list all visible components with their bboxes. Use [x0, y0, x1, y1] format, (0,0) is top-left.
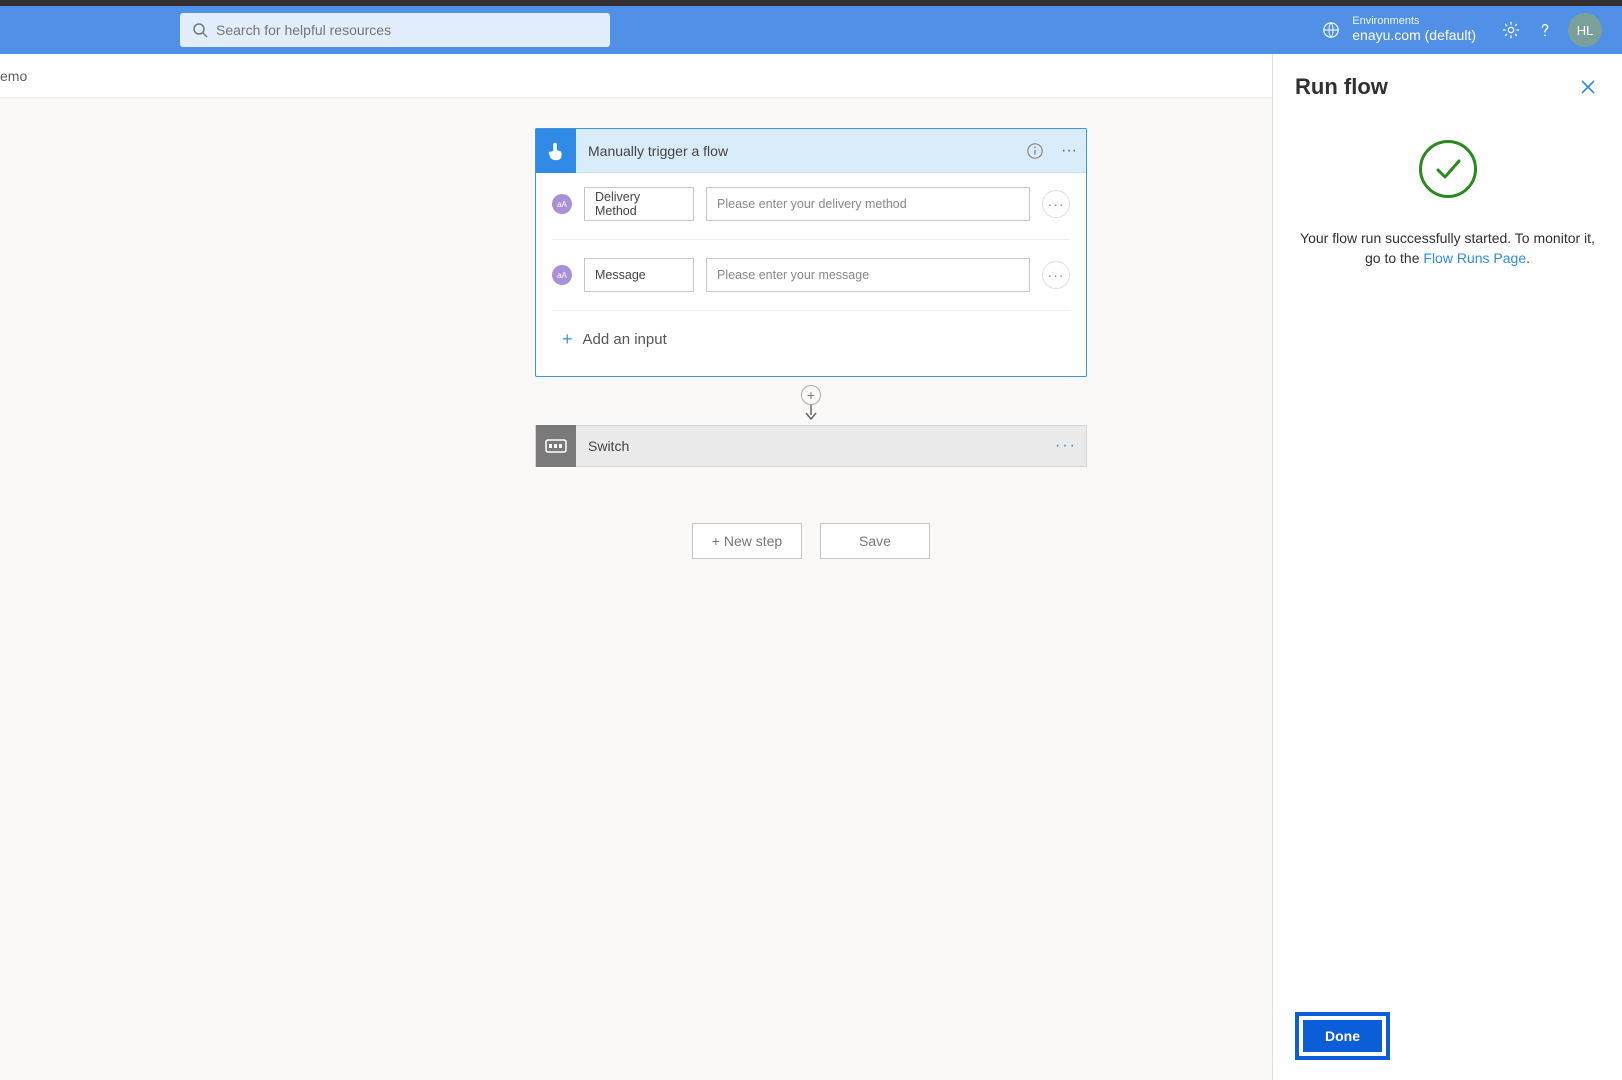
switch-card-title: Switch	[588, 438, 1046, 454]
search-input[interactable]	[216, 22, 598, 38]
app-header: Environments enayu.com (default) HL	[0, 6, 1622, 54]
input-row-delivery-method: aA Delivery Method Please enter your del…	[552, 187, 1070, 240]
input-row-menu[interactable]: ···	[1042, 261, 1070, 289]
environment-label: Environments	[1352, 16, 1476, 27]
add-step-inline-button[interactable]: +	[801, 385, 821, 405]
input-row-menu[interactable]: ···	[1042, 190, 1070, 218]
environment-icon	[1322, 21, 1340, 39]
search-icon	[192, 22, 208, 38]
panel-message: Your flow run successfully started. To m…	[1295, 228, 1600, 269]
help-button[interactable]	[1528, 21, 1562, 39]
flow-runs-link[interactable]: Flow Runs Page	[1423, 250, 1526, 266]
success-icon	[1419, 140, 1477, 198]
input-row-message: aA Message Please enter your message ···	[552, 240, 1070, 311]
user-avatar[interactable]: HL	[1568, 13, 1602, 47]
settings-button[interactable]	[1494, 21, 1528, 39]
add-input-label: Add an input	[583, 331, 667, 348]
new-step-button[interactable]: + New step	[692, 523, 802, 559]
input-name-field[interactable]: Message	[584, 258, 694, 292]
card-menu-button[interactable]: ···	[1052, 129, 1086, 173]
add-input-button[interactable]: + Add an input	[552, 311, 1070, 368]
checkmark-icon	[1431, 152, 1465, 186]
save-button[interactable]: Save	[820, 523, 930, 559]
done-button-highlight: Done	[1295, 1012, 1390, 1060]
switch-icon	[536, 425, 576, 467]
trigger-card-header[interactable]: Manually trigger a flow ···	[536, 129, 1086, 173]
manual-trigger-icon	[536, 129, 576, 173]
gear-icon	[1502, 21, 1520, 39]
switch-card[interactable]: Switch ···	[535, 425, 1087, 467]
panel-message-suffix: .	[1526, 250, 1530, 266]
environment-value: enayu.com (default)	[1352, 27, 1476, 44]
input-value-field[interactable]: Please enter your delivery method	[706, 187, 1030, 221]
environment-selector[interactable]: Environments enayu.com (default)	[1322, 16, 1476, 44]
plus-icon: +	[562, 329, 573, 350]
global-search[interactable]	[180, 13, 610, 47]
info-icon	[1026, 142, 1044, 160]
trigger-card-title: Manually trigger a flow	[588, 143, 1018, 159]
breadcrumb-item[interactable]: emo	[0, 68, 27, 84]
text-type-icon: aA	[552, 265, 572, 285]
run-flow-panel: Run flow Your flow run successfully star…	[1272, 54, 1622, 1080]
text-type-icon: aA	[552, 194, 572, 214]
done-button[interactable]: Done	[1303, 1020, 1382, 1052]
help-icon	[1536, 21, 1554, 39]
close-icon	[1580, 79, 1596, 95]
panel-close-button[interactable]	[1576, 75, 1600, 99]
switch-card-menu[interactable]: ···	[1046, 437, 1086, 455]
input-name-field[interactable]: Delivery Method	[584, 187, 694, 221]
card-info-button[interactable]	[1018, 129, 1052, 173]
input-value-field[interactable]: Please enter your message	[706, 258, 1030, 292]
trigger-card: Manually trigger a flow ··· aA Delivery …	[535, 128, 1087, 377]
panel-title: Run flow	[1295, 74, 1388, 100]
